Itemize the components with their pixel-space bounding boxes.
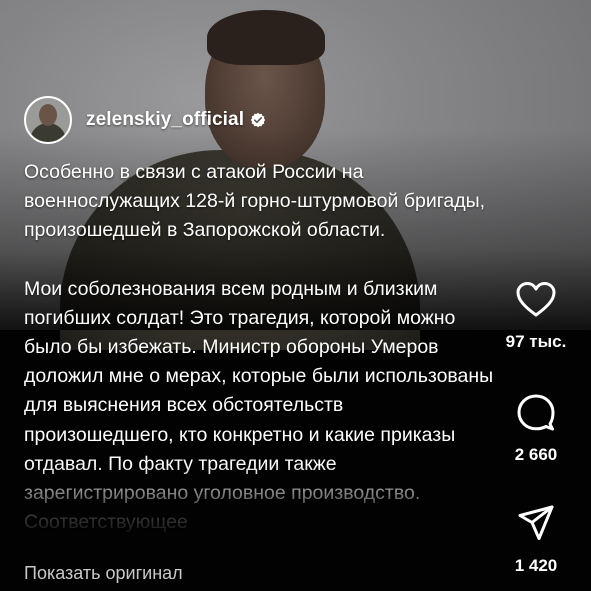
show-original-link[interactable]: Показать оригинал <box>24 563 183 584</box>
post-header: zelenskiy_official <box>24 96 266 144</box>
comment-count: 2 660 <box>514 445 558 464</box>
share-icon[interactable] <box>517 504 555 542</box>
verified-badge-icon <box>250 112 266 128</box>
caption-paragraph: Особенно в связи с атакой России на воен… <box>24 161 486 242</box>
comment-action[interactable]: 2 660 <box>481 393 591 465</box>
avatar-head <box>39 104 57 126</box>
post-caption: Особенно в связи с атакой России на воен… <box>24 158 494 537</box>
avatar-body <box>30 123 66 142</box>
share-action[interactable]: 1 420 <box>481 504 591 576</box>
comment-icon[interactable] <box>516 393 556 431</box>
speaker-hair <box>207 10 325 65</box>
share-count: 1 420 <box>514 556 558 575</box>
like-count: 97 тыс. <box>505 332 567 351</box>
username[interactable]: zelenskiy_official <box>86 109 244 131</box>
caption-paragraph-faded: Мои соболезнования всем родным и близким… <box>24 277 494 534</box>
avatar[interactable] <box>24 96 72 144</box>
like-action[interactable]: 97 тыс. <box>481 282 591 352</box>
heart-icon[interactable] <box>516 282 556 318</box>
